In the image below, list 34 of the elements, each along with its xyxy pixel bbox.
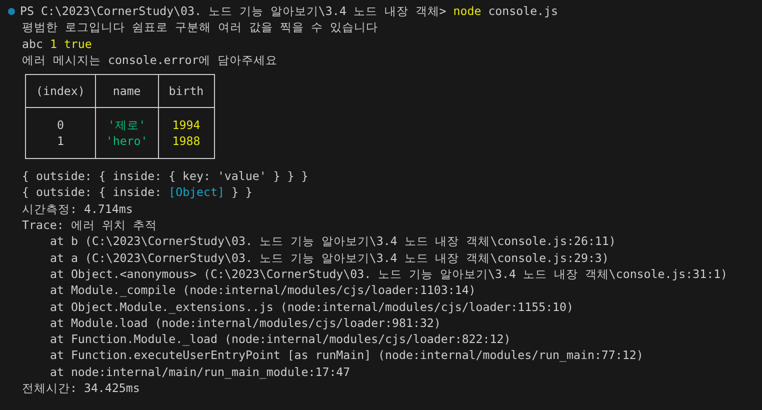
output-text: 전체시간: 34.425ms (22, 380, 140, 396)
output-text: { outside: { inside: { key: 'value' } } } (22, 168, 308, 184)
status-dot-icon (8, 8, 15, 15)
table-cell-text: 1994 (171, 117, 202, 134)
table-cell: 'hero' (106, 133, 148, 150)
output-text: at Module.load (node:internal/modules/cjs/loader:981:32) (50, 314, 441, 332)
output-text: at Object.<anonymous> (C:\2023\CornerStudy\03. 노드 기능 알아보기\3.4 노드 내장 객체\console.js:31:1) (50, 266, 728, 282)
output-text: at node:internal/main/run_main_module:17:47 (50, 364, 350, 380)
output-text: [Object] (168, 184, 224, 201)
output-text: 1 (50, 36, 57, 52)
output-text: at Object.Module._extensions..js (node:internal/modules/cjs/loader:1155:10) (50, 298, 574, 315)
output-text: abc (22, 36, 43, 52)
output-text: } } (231, 184, 252, 201)
output-text: 평범한 로그입니다 쉼표로 구분해 여러 값을 찍을 수 있습니다 (22, 19, 378, 36)
output-text: at b (C:\2023\CornerStudy\03. 노드 기능 알아보기\3.4 노드 내장 객체\console.js:26:11) (50, 233, 616, 250)
column-header: birth (168, 83, 204, 100)
output-text: at Function.Module._load (node:internal/modules/cjs/loader:822:12) (50, 331, 511, 348)
output-text: at Function.executeUserEntryPoint [as runMain] (node:internal/modules/run_main:77:12) (50, 347, 644, 364)
column-header: name (112, 83, 142, 100)
output-text: Trace: 에러 위치 추적 (22, 217, 157, 234)
table-cell-text: 1988 (171, 133, 202, 150)
output-text: 에러 메시지는 console.error에 담아주세요 (22, 52, 278, 68)
command-text: node (453, 3, 482, 20)
prompt-path: PS C:\2023\CornerStudy\03. 노드 기능 알아보기\3.4 노드 내장 객체> (20, 3, 446, 20)
output-text: true (64, 36, 92, 52)
output-text: { outside: { inside: (22, 184, 162, 201)
output-text: at Module._compile (node:internal/modules/cjs/loader:1103:14) (50, 282, 476, 299)
column-header: (index) (36, 83, 85, 100)
table-cell-text: 1 (56, 133, 65, 150)
command-args: console.js (488, 3, 558, 20)
table-cell-text: '제로' (106, 117, 147, 134)
output-text: at a (C:\2023\CornerStudy\03. 노드 기능 알아보기\3.4 노드 내장 객체\console.js:29:3) (50, 250, 609, 266)
table-cell-text: 0 (56, 117, 65, 134)
output-text: 시간측정: 4.714ms (22, 200, 133, 218)
